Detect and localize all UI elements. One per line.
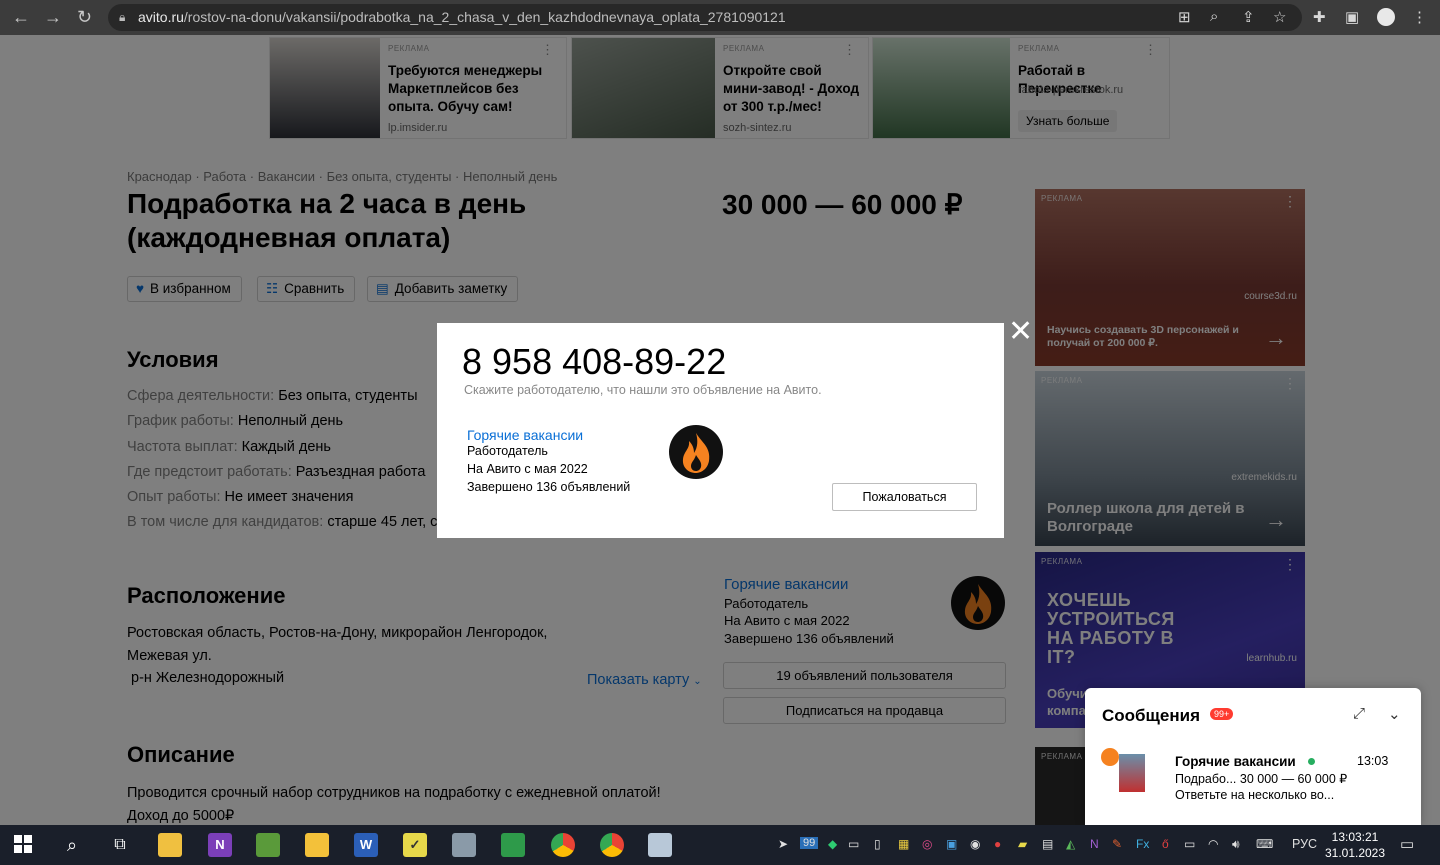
chat-preview: Ответьте на несколько во... — [1175, 788, 1335, 802]
flame-icon — [682, 433, 710, 473]
modal-seller-completed: Завершено 136 объявлений — [467, 480, 631, 494]
notification-tray-icon[interactable]: ● — [994, 837, 1001, 851]
tray-badge[interactable]: 99 — [800, 837, 819, 849]
menu-dots-icon[interactable]: ⋮ — [1412, 8, 1427, 26]
notes-app-icon[interactable] — [158, 833, 182, 857]
window-tray-icon[interactable]: ▤ — [1042, 837, 1053, 851]
chrome-icon[interactable] — [551, 833, 575, 857]
snipping-tool-icon[interactable] — [452, 833, 476, 857]
windows-taskbar: ⌕ ⧉ N W ✓ ➤ 99 ◆ ▭ ▯ ▦ ◎ ▣ ◉ ● ▰ ▤ ◭ N ✎… — [0, 825, 1440, 865]
monitor-icon[interactable]: ▭ — [848, 837, 859, 851]
fx-tray-icon[interactable]: Fx — [1136, 837, 1149, 851]
messages-badge: 99+ — [1210, 708, 1234, 720]
drive-tray-icon[interactable]: ◭ — [1066, 837, 1075, 851]
document-icon[interactable]: ▯ — [874, 837, 881, 851]
bookmark-star-icon[interactable]: ☆ — [1273, 8, 1286, 26]
side-panel-icon[interactable]: ▣ — [1345, 8, 1359, 26]
chat-subject: Подрабо... 30 000 — 60 000 ₽ — [1175, 772, 1348, 786]
expand-icon[interactable]: ⤢ — [1353, 705, 1365, 722]
address-bar[interactable]: 🔒︎ avito.ru/rostov-na-donu/vakansii/podr… — [108, 4, 1302, 31]
chevron-down-icon[interactable]: ⌄ — [1388, 705, 1401, 723]
translate-icon[interactable]: ⊞ — [1178, 8, 1191, 26]
profile-avatar-icon[interactable] — [1377, 8, 1395, 26]
onenote-icon[interactable]: N — [208, 833, 232, 857]
reload-icon[interactable]: ↻ — [77, 7, 92, 28]
modal-seller-link[interactable]: Горячие вакансии — [467, 427, 583, 443]
shield-icon[interactable]: ◆ — [828, 837, 837, 851]
screenshot-icon[interactable]: ▣ — [946, 837, 957, 851]
forward-icon[interactable]: → — [44, 7, 62, 28]
online-indicator — [1308, 758, 1315, 765]
chat-name[interactable]: Горячие вакансии — [1175, 754, 1296, 769]
phone-modal: 8 958 408-89-22 Скажите работодателю, чт… — [437, 323, 1004, 538]
volume-icon[interactable]: 🔊︎ — [1232, 837, 1240, 852]
modal-seller-since: На Авито с мая 2022 — [467, 462, 588, 476]
chat-seller-avatar — [1101, 748, 1119, 766]
notifications-icon[interactable]: ▭ — [1400, 835, 1414, 853]
modal-hint: Скажите работодателю, что нашли это объя… — [464, 383, 822, 397]
clock-time: 13:03:21 — [1331, 830, 1379, 844]
back-icon[interactable]: ← — [12, 7, 30, 28]
file-explorer-icon[interactable] — [305, 833, 329, 857]
url-path: /rostov-na-donu/vakansii/podrabotka_na_2… — [183, 9, 786, 25]
zoom-icon[interactable]: ⌕ — [1210, 8, 1218, 25]
wifi-icon[interactable]: ◠ — [1208, 837, 1218, 851]
onenote-tray-icon[interactable]: N — [1090, 837, 1099, 851]
browser-toolbar: ← → ↻ 🔒︎ avito.ru/rostov-na-donu/vakansi… — [0, 0, 1440, 35]
url-host: avito.ru — [138, 9, 184, 25]
chat-item-image — [1119, 754, 1145, 792]
calculator-icon[interactable] — [648, 833, 672, 857]
taskbar-clock[interactable]: 13:03:21 31.01.2023 — [1320, 829, 1390, 861]
chat-time: 13:03 — [1357, 754, 1389, 768]
keyboard-icon[interactable]: ⌨ — [1256, 837, 1273, 851]
extensions-icon[interactable]: ✚ — [1313, 8, 1326, 26]
clock-date: 31.01.2023 — [1324, 846, 1386, 860]
battery-icon[interactable]: ▭ — [1184, 837, 1195, 851]
task-view-icon[interactable]: ⧉ — [108, 833, 132, 857]
phone-number[interactable]: 8 958 408-89-22 — [462, 341, 726, 383]
notepad-plus-icon[interactable] — [256, 833, 280, 857]
windows-start-icon[interactable] — [14, 835, 32, 853]
modal-seller-avatar[interactable] — [669, 425, 723, 479]
word-icon[interactable]: W — [354, 833, 378, 857]
chrome-profile-icon[interactable] — [600, 833, 624, 857]
input-language[interactable]: РУС — [1292, 837, 1317, 851]
report-button[interactable]: Пожаловаться — [832, 483, 977, 511]
modal-seller-role: Работодатель — [467, 444, 548, 458]
close-icon[interactable]: ✕ — [1008, 317, 1033, 347]
yandex-tray-icon[interactable]: ő — [1162, 837, 1169, 851]
skype-icon[interactable]: ◉ — [970, 837, 980, 851]
sticky-tray-icon[interactable]: ▰ — [1018, 837, 1027, 851]
telegram-tray-icon[interactable]: ➤ — [778, 837, 788, 851]
messages-title: Сообщения — [1102, 706, 1200, 725]
app-tray-icon[interactable]: ◎ — [922, 837, 932, 851]
notes-tray-icon[interactable]: ▦ — [898, 837, 909, 851]
tool-tray-icon[interactable]: ✎ — [1112, 837, 1122, 851]
lock-icon: 🔒︎ — [119, 10, 126, 24]
messages-widget[interactable]: Сообщения 99+ ⤢ ⌄ Горячие вакансии 13:03… — [1085, 688, 1421, 825]
spreadsheet-icon[interactable] — [501, 833, 525, 857]
sticky-notes-icon[interactable]: ✓ — [403, 833, 427, 857]
share-icon[interactable]: ⇪ — [1242, 8, 1255, 26]
search-icon[interactable]: ⌕ — [60, 833, 84, 857]
